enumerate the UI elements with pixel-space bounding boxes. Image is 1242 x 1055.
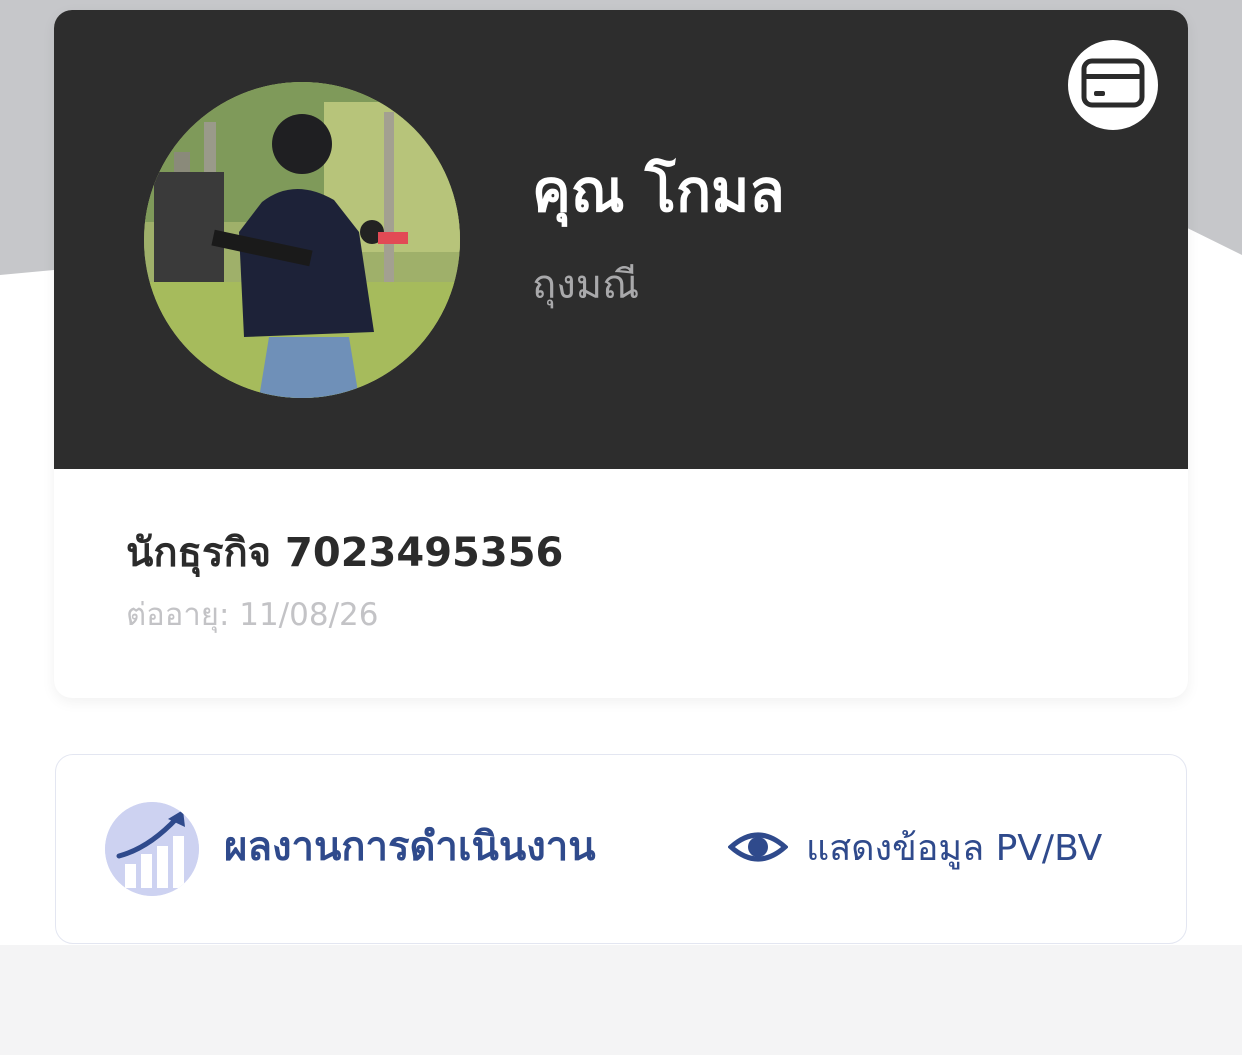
show-pv-bv-toggle[interactable]: แสดงข้อมูล PV/BV bbox=[727, 821, 1103, 877]
member-id: นักธุรกิจ 7023495356 bbox=[126, 530, 564, 576]
performance-card[interactable]: ผลงานการดำเนินงาน แสดงข้อมูล PV/BV bbox=[55, 754, 1187, 944]
profile-card: คุณ โกมล ถุงมณี นักธุรกิจ 7023495356 ต่อ… bbox=[54, 10, 1188, 698]
avatar[interactable] bbox=[144, 82, 460, 398]
credit-card-icon bbox=[1081, 58, 1145, 112]
bottom-area bbox=[0, 945, 1242, 1055]
user-name: คุณ โกมล bbox=[532, 157, 785, 225]
expire-date: ต่ออายุ: 11/08/26 bbox=[126, 597, 379, 633]
performance-title: ผลงานการดำเนินงาน bbox=[224, 824, 596, 870]
chart-growth-icon bbox=[105, 802, 199, 896]
profile-header: คุณ โกมล ถุงมณี bbox=[54, 10, 1188, 469]
user-surname: ถุงมณี bbox=[532, 262, 640, 308]
eye-icon bbox=[727, 827, 789, 871]
pv-bv-label: แสดงข้อมูล PV/BV bbox=[806, 828, 1103, 869]
member-card-button[interactable] bbox=[1068, 40, 1158, 130]
